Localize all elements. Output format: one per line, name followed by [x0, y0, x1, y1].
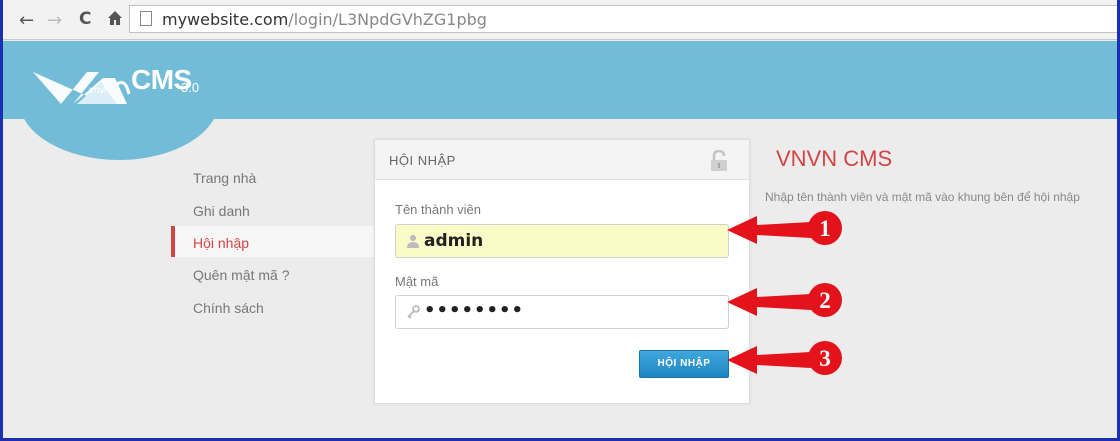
url-domain: mywebsite.com	[162, 10, 289, 29]
password-label: Mật mã	[395, 274, 439, 289]
login-panel: HỘI NHẬP Tên thành viên admin Mật mã •••…	[374, 139, 750, 404]
login-panel-title: HỘI NHẬP	[389, 153, 456, 168]
login-submit-button[interactable]: HỘI NHẬP	[639, 350, 729, 378]
key-icon	[407, 305, 420, 319]
menu-item-home[interactable]: Trang nhà	[193, 170, 256, 186]
password-value: ••••••••	[424, 300, 525, 321]
login-panel-header: HỘI NHẬP	[375, 140, 749, 180]
menu-item-register[interactable]: Ghi danh	[193, 203, 250, 219]
info-description: Nhập tên thành viên và mật mã vào khung …	[765, 190, 1080, 204]
annotation-arrow-3: 3	[727, 341, 842, 375]
annotation-label-1: 1	[819, 216, 831, 241]
menu-item-login[interactable]: Hội nhập	[193, 235, 249, 251]
menu-item-forgot-password[interactable]: Quên mật mã ?	[193, 267, 290, 283]
user-icon	[407, 235, 419, 248]
lock-icon	[711, 150, 727, 171]
username-label: Tên thành viên	[395, 202, 482, 217]
url-path: /login/L3NpdGVhZG1pbg	[288, 10, 487, 29]
info-title: VNVN CMS	[776, 146, 893, 171]
url-text: mywebsite.com/login/L3NpdGVhZG1pbg	[162, 10, 487, 29]
home-icon[interactable]	[107, 10, 123, 30]
menu-item-policy[interactable]: Chính sách	[193, 300, 264, 316]
annotation-arrow-2: 2	[727, 283, 842, 317]
page-icon	[140, 11, 152, 26]
annotation-label-2: 2	[819, 288, 831, 313]
address-bar[interactable]: mywebsite.com/login/L3NpdGVhZG1pbg	[129, 5, 1117, 33]
browser-toolbar: ← → C mywebsite.com/login/L3NpdGVhZG1pbg	[3, 0, 1117, 40]
password-field[interactable]: ••••••••	[395, 295, 729, 329]
forward-arrow-icon[interactable]: →	[47, 10, 62, 31]
logo-version: 3.0	[181, 80, 200, 95]
username-field[interactable]: admin	[395, 224, 729, 258]
menu-active-marker	[171, 226, 175, 257]
username-value: admin	[424, 231, 484, 251]
reload-icon[interactable]: C	[79, 9, 91, 29]
annotation-arrow-1: 1	[727, 211, 842, 245]
browser-frame: ← → C mywebsite.com/login/L3NpdGVhZG1pbg…	[0, 0, 1120, 441]
annotation-label-3: 3	[819, 346, 831, 371]
back-arrow-icon[interactable]: ←	[19, 10, 34, 31]
logo-mark-text: vnvn	[89, 85, 111, 96]
